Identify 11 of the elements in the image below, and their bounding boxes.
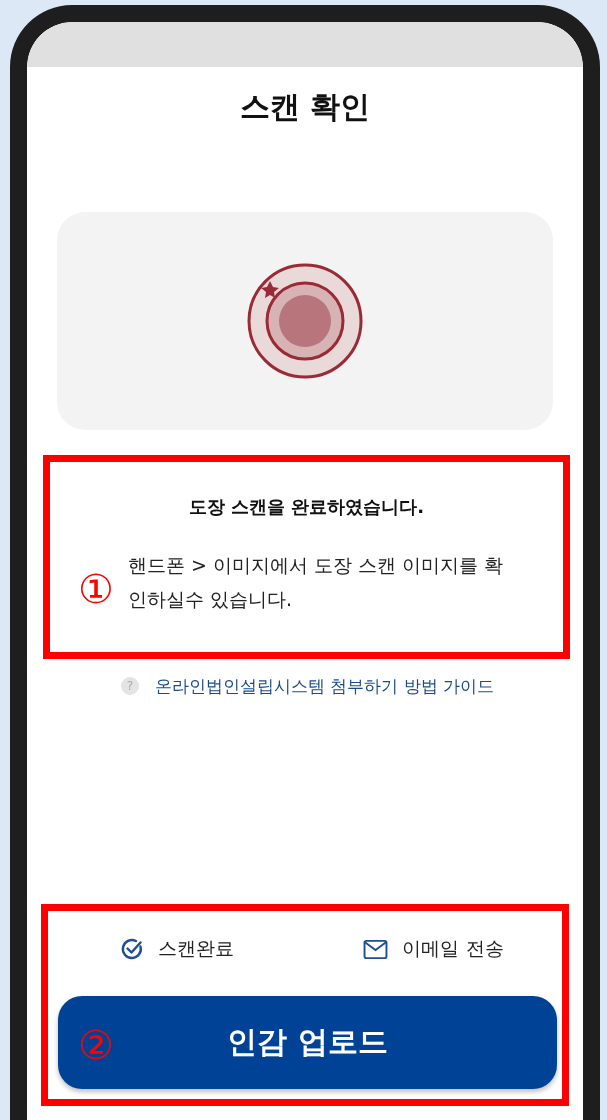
annotation-number: ①	[78, 567, 114, 611]
screen-title: 스캔 확인	[238, 88, 372, 126]
annotation-number: ②	[78, 1023, 114, 1067]
message-text: 핸드폰 > 이미지에서 도장 스캔 이미지를 확인하실수 있습니다.	[128, 553, 505, 612]
guide-link[interactable]: 온라인법인설립시스템 첨부하기 방법 가이드	[155, 674, 495, 698]
status-label: 이메일 전송	[402, 936, 504, 961]
message-title: 도장 스캔을 완료하였습니다.	[187, 495, 426, 519]
envelope-icon	[363, 938, 389, 960]
status-label: 스캔완료	[157, 936, 234, 961]
check-circle-icon	[119, 937, 144, 961]
help-icon: ?	[121, 677, 139, 695]
